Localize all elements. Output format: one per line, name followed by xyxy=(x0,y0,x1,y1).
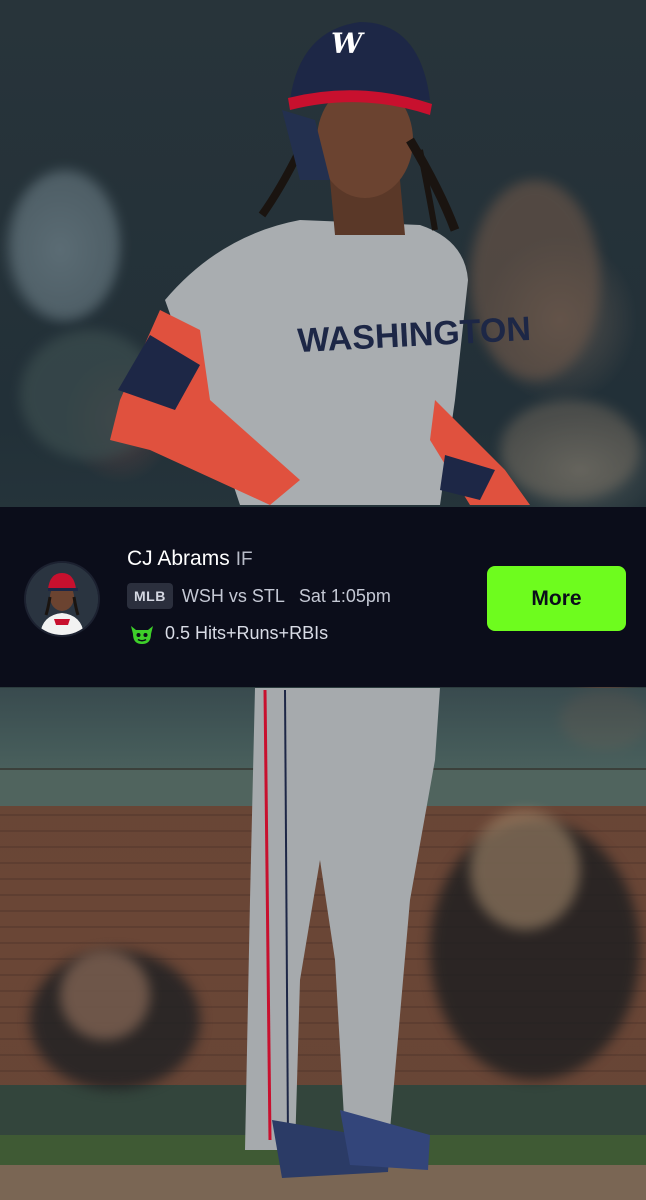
prop-line-row: 0.5 Hits+Runs+RBIs xyxy=(129,619,328,647)
svg-text:W: W xyxy=(331,27,365,60)
matchup-text: WSH vs STL xyxy=(181,585,285,606)
game-time: Sat 1:05pm xyxy=(298,585,391,606)
goblin-icon xyxy=(131,626,153,644)
player-position: IF xyxy=(235,549,253,570)
league-badge: MLB xyxy=(127,583,173,609)
more-button[interactable]: More xyxy=(487,566,626,631)
player-name-row: CJ Abrams IF xyxy=(127,547,253,571)
player-headshot-icon xyxy=(26,563,98,635)
prop-line-text: 0.5 Hits+Runs+RBIs xyxy=(165,622,329,643)
player-prop-card[interactable]: CJ Abrams IF MLB WSH vs STL Sat 1:05pm 0.… xyxy=(0,507,646,687)
game-info-row: MLB WSH vs STL Sat 1:05pm xyxy=(127,582,391,610)
player-name: CJ Abrams xyxy=(127,547,230,570)
player-avatar xyxy=(26,563,98,635)
